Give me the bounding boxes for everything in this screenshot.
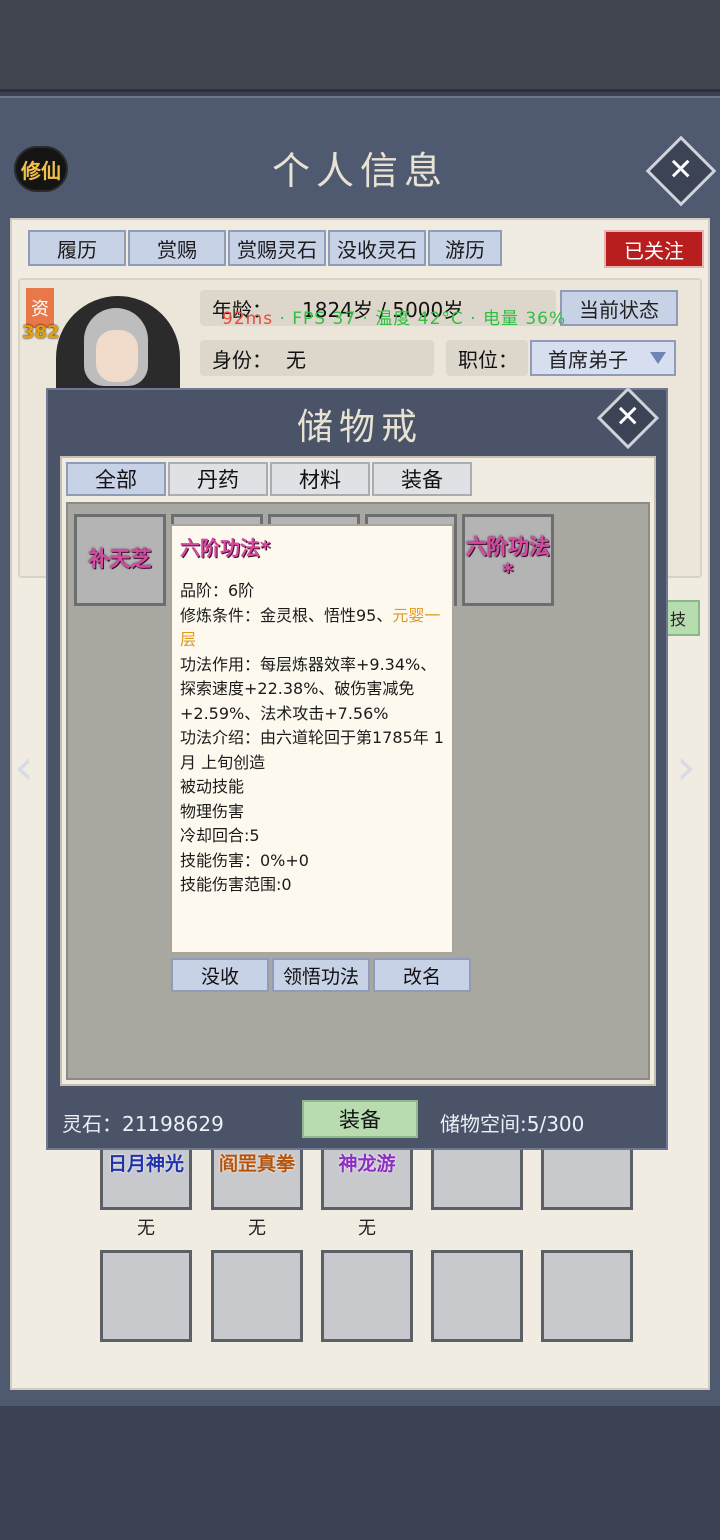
skill-name: 阎罡真拳 [218, 1152, 295, 1175]
chevron-down-icon [650, 352, 666, 364]
tooltip-requirement: 修炼条件：金灵根、悟性95、元婴一层 [180, 604, 444, 653]
identity-row: 身份： 无 [200, 340, 434, 376]
item-tooltip: 六阶功法* 品阶：6阶 修炼条件：金灵根、悟性95、元婴一层 功法作用：每层炼器… [170, 524, 454, 954]
aptitude-value: 382 [22, 322, 60, 343]
fps-latency: 92ms [222, 309, 274, 329]
tab-reward[interactable]: 赏赐 [128, 230, 226, 266]
skill-label: 无 [137, 1218, 155, 1239]
inventory-item[interactable]: 补天芝 [74, 514, 166, 606]
current-status-button[interactable]: 当前状态 [560, 290, 678, 326]
spirit-stones: 灵石：21198629 [62, 1112, 224, 1136]
inv-tab-materials[interactable]: 材料 [270, 462, 370, 496]
item-name: 六阶功法 * [466, 534, 550, 584]
top-tabs: 履历 赏赐 赏赐灵石 没收灵石 游历 [28, 230, 502, 266]
skill-label: 无 [358, 1218, 376, 1239]
follow-button[interactable]: 已关注 [604, 230, 704, 268]
inventory-close-glyph: ✕ [615, 399, 641, 435]
skill-slot[interactable] [431, 1250, 523, 1342]
tooltip-requirement-text: 修炼条件：金灵根、悟性95、 [180, 605, 393, 625]
tab-confiscate-stones[interactable]: 没收灵石 [328, 230, 426, 266]
identity-label: 身份： [212, 347, 272, 372]
post-value: 首席弟子 [548, 347, 628, 372]
tooltip-title: 六阶功法* [180, 536, 271, 560]
skill-slot[interactable] [100, 1250, 192, 1342]
close-glyph: ✕ [668, 152, 694, 188]
inv-tab-pills[interactable]: 丹药 [168, 462, 268, 496]
tab-travel[interactable]: 游历 [428, 230, 502, 266]
post-label: 职位： [458, 347, 518, 372]
skill-slot[interactable] [541, 1250, 633, 1342]
avatar-face [96, 330, 138, 382]
page-title: 个人信息 [271, 149, 448, 193]
inventory-title: 储物戒 [296, 407, 423, 448]
storage-space: 储物空间:5/300 [440, 1112, 585, 1136]
tab-history[interactable]: 履历 [28, 230, 126, 266]
skill-name: 神龙游 [338, 1152, 396, 1175]
xiuxian-badge[interactable]: 修仙 [14, 146, 68, 192]
confiscate-button[interactable]: 没收 [171, 958, 269, 992]
bottom-band [0, 1406, 720, 1540]
skill-label: 无 [248, 1218, 266, 1239]
top-strip [0, 0, 720, 92]
tooltip-grade: 品阶：6阶 [180, 581, 255, 600]
prev-arrow-icon[interactable]: ‹ [14, 742, 34, 792]
skill-name: 日月神光 [107, 1152, 184, 1175]
skill-slot[interactable] [321, 1250, 413, 1342]
post-row: 职位： [446, 340, 528, 376]
post-select[interactable]: 首席弟子 [530, 340, 676, 376]
identity-value: 无 [286, 347, 306, 372]
inventory-item[interactable]: 六阶功法 * [462, 514, 554, 606]
tab-reward-stones[interactable]: 赏赐灵石 [228, 230, 326, 266]
fps-overlay: 92ms · FPS 37 · 温度 42°C · 电量 36% [222, 304, 566, 329]
skill-slot[interactable] [211, 1250, 303, 1342]
inventory-tabs: 全部 丹药 材料 装备 [66, 462, 472, 496]
comprehend-button[interactable]: 领悟功法 [272, 958, 370, 992]
equip-button[interactable]: 装备 [302, 1100, 418, 1138]
tooltip-body: 功法作用：每层炼器效率+9.34%、探索速度+22.38%、破伤害减免+2.59… [180, 654, 444, 895]
next-arrow-icon[interactable]: › [676, 742, 696, 792]
item-name: 补天芝 [88, 547, 152, 572]
fps-stats: · FPS 37 · 温度 42°C · 电量 36% [279, 309, 567, 329]
inv-tab-all[interactable]: 全部 [66, 462, 166, 496]
rename-button[interactable]: 改名 [373, 958, 471, 992]
inv-tab-equipment[interactable]: 装备 [372, 462, 472, 496]
